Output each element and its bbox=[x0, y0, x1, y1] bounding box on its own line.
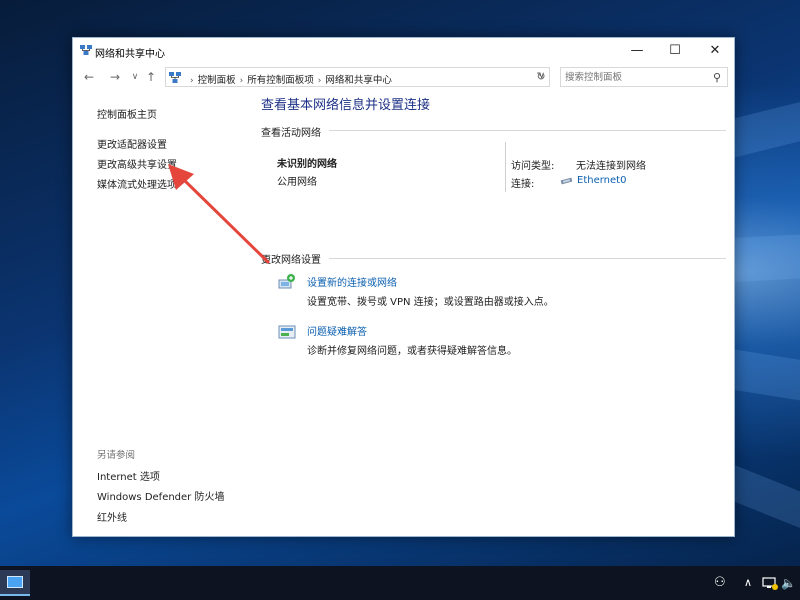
address-bar[interactable]: › 控制面板 › 所有控制面板项 › 网络和共享中心 ∨ bbox=[165, 67, 550, 87]
page-title: 查看基本网络信息并设置连接 bbox=[261, 98, 431, 113]
network-category: 公用网络 bbox=[277, 177, 317, 188]
see-also-windows-defender-firewall[interactable]: Windows Defender 防火墙 bbox=[97, 488, 224, 503]
network-center-taskbar-icon bbox=[7, 576, 23, 588]
ethernet-icon bbox=[560, 177, 573, 185]
section-divider bbox=[329, 130, 726, 131]
active-networks-heading: 查看活动网络 bbox=[261, 128, 321, 139]
see-also-infrared[interactable]: 红外线 bbox=[97, 509, 127, 524]
network-name: 未识别的网络 bbox=[277, 159, 337, 170]
refresh-icon[interactable]: ↻ bbox=[534, 70, 548, 84]
taskbar bbox=[0, 566, 800, 600]
navigation-bar: ← → ∨ ↑ ›控制面板›所有控制面板项›网络和共享中心 ∨ ↻ ⚲ bbox=[73, 65, 734, 89]
access-type-label: 访问类型: bbox=[511, 161, 555, 172]
see-also-internet-options[interactable]: Internet 选项 bbox=[97, 468, 160, 483]
network-center-icon bbox=[80, 45, 92, 55]
people-icon[interactable]: ⚇ bbox=[714, 566, 726, 600]
new-connection-icon bbox=[278, 274, 295, 289]
title-bar[interactable]: 网络和共享中心 — ☐ ✕ bbox=[73, 38, 734, 64]
troubleshoot-problems-description: 诊断并修复网络问题，或者获得疑难解答信息。 bbox=[307, 346, 517, 357]
breadcrumb-network-center[interactable]: 网络和共享中心 bbox=[325, 75, 392, 86]
show-hidden-icons-chevron-icon[interactable]: ∧ bbox=[744, 566, 752, 600]
volume-icon[interactable]: 🔈 bbox=[781, 566, 796, 600]
breadcrumb-all-items[interactable]: 所有控制面板项 bbox=[247, 75, 314, 86]
window-title: 网络和共享中心 bbox=[95, 49, 165, 60]
up-arrow-icon[interactable]: ↑ bbox=[143, 69, 159, 85]
setup-new-connection-description: 设置宽带、拨号或 VPN 连接；或设置路由器或接入点。 bbox=[307, 297, 554, 308]
forward-arrow-icon[interactable]: → bbox=[107, 69, 123, 85]
main-content: 查看基本网络信息并设置连接 查看活动网络 未识别的网络 公用网络 访问类型: 无… bbox=[261, 90, 731, 537]
back-arrow-icon[interactable]: ← bbox=[81, 69, 97, 85]
access-type-value: 无法连接到网络 bbox=[576, 161, 646, 172]
sidebar-item-control-panel-home[interactable]: 控制面板主页 bbox=[97, 106, 157, 121]
change-network-settings-heading: 更改网络设置 bbox=[261, 255, 321, 266]
sidebar-item-change-advanced-sharing[interactable]: 更改高级共享设置 bbox=[97, 156, 177, 171]
close-button[interactable]: ✕ bbox=[696, 38, 734, 64]
maximize-button[interactable]: ☐ bbox=[656, 38, 694, 64]
troubleshoot-problems-link[interactable]: 问题疑难解答 bbox=[307, 323, 367, 338]
network-sharing-center-window: 网络和共享中心 — ☐ ✕ ← → ∨ ↑ › 控制面板 › 所有控制面板项 › 网络和共… bbox=[72, 37, 735, 537]
breadcrumb: › 控制面板 › 所有控制面板项 › 网络和共享中心 bbox=[186, 72, 392, 86]
control-panel-icon bbox=[169, 72, 181, 83]
search-box[interactable]: ⚲ bbox=[560, 67, 728, 87]
troubleshoot-icon bbox=[278, 325, 296, 339]
recent-locations-chevron-icon[interactable]: ∨ bbox=[127, 69, 143, 85]
search-icon[interactable]: ⚲ bbox=[713, 71, 721, 84]
breadcrumb-separator-icon: › bbox=[239, 76, 244, 86]
see-also-caption: 另请参阅 bbox=[97, 450, 136, 461]
connections-label: 连接: bbox=[511, 179, 535, 190]
network-status-icon[interactable] bbox=[762, 577, 778, 590]
network-info-divider bbox=[505, 142, 506, 192]
sidebar-item-media-streaming[interactable]: 媒体流式处理选项 bbox=[97, 176, 177, 191]
breadcrumb-control-panel[interactable]: 控制面板 bbox=[198, 75, 236, 86]
breadcrumb-separator-icon: › bbox=[317, 76, 322, 86]
breadcrumb-separator-icon: › bbox=[190, 76, 194, 86]
ethernet0-link[interactable]: Ethernet0 bbox=[577, 175, 626, 186]
sidebar-item-change-adapter-settings[interactable]: 更改适配器设置 bbox=[97, 136, 167, 151]
sidebar: 控制面板主页 更改适配器设置 更改高级共享设置 媒体流式处理选项 另请参阅 In… bbox=[73, 90, 253, 537]
search-input[interactable] bbox=[565, 70, 705, 84]
setup-new-connection-link[interactable]: 设置新的连接或网络 bbox=[307, 274, 397, 289]
taskbar-network-center-button[interactable] bbox=[0, 570, 30, 596]
minimize-button[interactable]: — bbox=[618, 38, 656, 64]
section-divider bbox=[329, 258, 726, 259]
